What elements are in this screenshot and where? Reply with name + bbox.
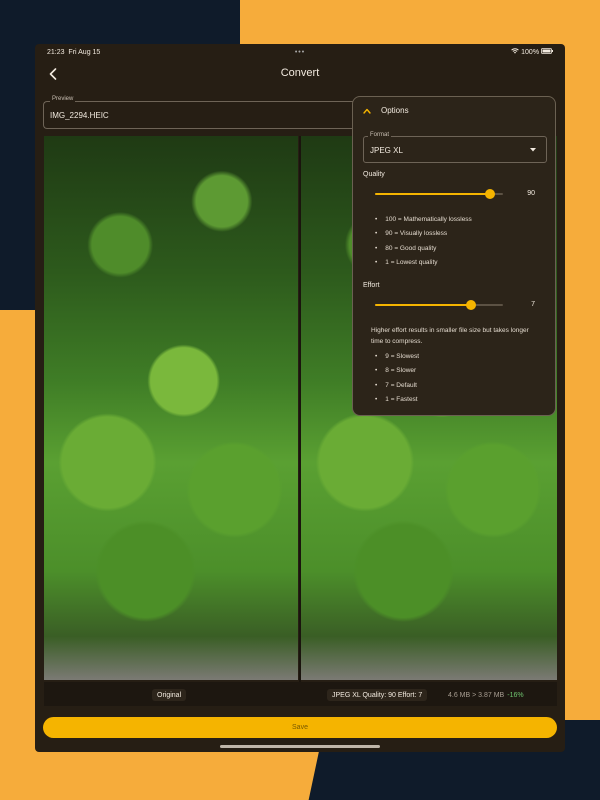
original-caption-label: Original xyxy=(157,691,182,699)
effort-hint: 8 = Slower xyxy=(375,364,419,379)
effort-label: Effort xyxy=(363,282,380,289)
quality-slider[interactable] xyxy=(375,189,503,199)
preview-filename: IMG_2294.HEIC xyxy=(50,111,109,120)
battery-icon xyxy=(541,48,553,54)
size-comparison: 4.6 MB > 3.87 MB -16% xyxy=(444,689,524,701)
app-window: 21:23 Fri Aug 15 ••• 100% Convert Previe… xyxy=(35,44,565,752)
file-size-change: 4.6 MB > 3.87 MB xyxy=(448,691,505,699)
status-right: 100% xyxy=(473,48,553,56)
effort-hint: 9 = Slowest xyxy=(375,349,419,364)
chevron-up-icon xyxy=(363,108,371,114)
effort-hints: 9 = Slowest 8 = Slower 7 = Default 1 = F… xyxy=(375,349,419,407)
status-bar: 21:23 Fri Aug 15 ••• 100% xyxy=(35,44,565,60)
status-date: Fri Aug 15 xyxy=(68,48,101,56)
quality-hint: 1 = Lowest quality xyxy=(375,256,472,271)
format-value: JPEG XL xyxy=(370,146,403,155)
quality-hint: 90 = Visually lossless xyxy=(375,227,472,242)
quality-slider-fill xyxy=(375,193,491,195)
options-panel: Options Format JPEG XL Quality 90 100 = … xyxy=(352,96,556,416)
effort-note: Higher effort results in smaller file si… xyxy=(371,327,529,345)
save-button[interactable]: Save xyxy=(43,717,557,738)
converted-caption-label: JPEG XL Quality: 90 Effort: 7 xyxy=(332,691,423,699)
effort-slider[interactable] xyxy=(375,300,503,310)
effort-hint: 7 = Default xyxy=(375,378,419,393)
effort-value: 7 xyxy=(531,301,535,308)
quality-label: Quality xyxy=(363,171,385,178)
battery-percent: 100% xyxy=(521,49,540,56)
page-title: Convert xyxy=(280,67,320,79)
quality-hints: 100 = Mathematically lossless 90 = Visua… xyxy=(375,212,472,270)
options-toggle[interactable]: Options xyxy=(363,106,409,115)
effort-slider-thumb[interactable] xyxy=(466,300,476,310)
converted-caption: JPEG XL Quality: 90 Effort: 7 xyxy=(327,689,428,701)
size-reduction-percent: -16% xyxy=(507,691,524,699)
multitask-dots-icon[interactable]: ••• xyxy=(127,49,473,56)
format-select[interactable]: Format JPEG XL xyxy=(363,132,547,163)
wifi-icon xyxy=(511,48,519,54)
quality-slider-thumb[interactable] xyxy=(485,189,496,199)
options-title: Options xyxy=(381,106,409,115)
quality-hint: 100 = Mathematically lossless xyxy=(375,212,472,227)
status-time: 21:23 Fri Aug 15 xyxy=(47,49,127,56)
dropdown-caret-icon xyxy=(530,148,536,152)
preview-field: Preview IMG_2294.HEIC xyxy=(43,96,363,129)
format-legend: Format xyxy=(368,132,392,138)
quality-hint: 80 = Good quality xyxy=(375,241,472,256)
effort-hint: 1 = Fastest xyxy=(375,393,419,408)
nav-bar: Convert xyxy=(35,60,565,88)
effort-slider-fill xyxy=(375,304,471,306)
home-indicator xyxy=(220,745,380,748)
preview-legend: Preview xyxy=(50,96,76,102)
original-image xyxy=(44,136,298,680)
status-clock: 21:23 xyxy=(47,48,65,56)
quality-value: 90 xyxy=(527,190,535,197)
original-caption: Original xyxy=(152,689,187,701)
